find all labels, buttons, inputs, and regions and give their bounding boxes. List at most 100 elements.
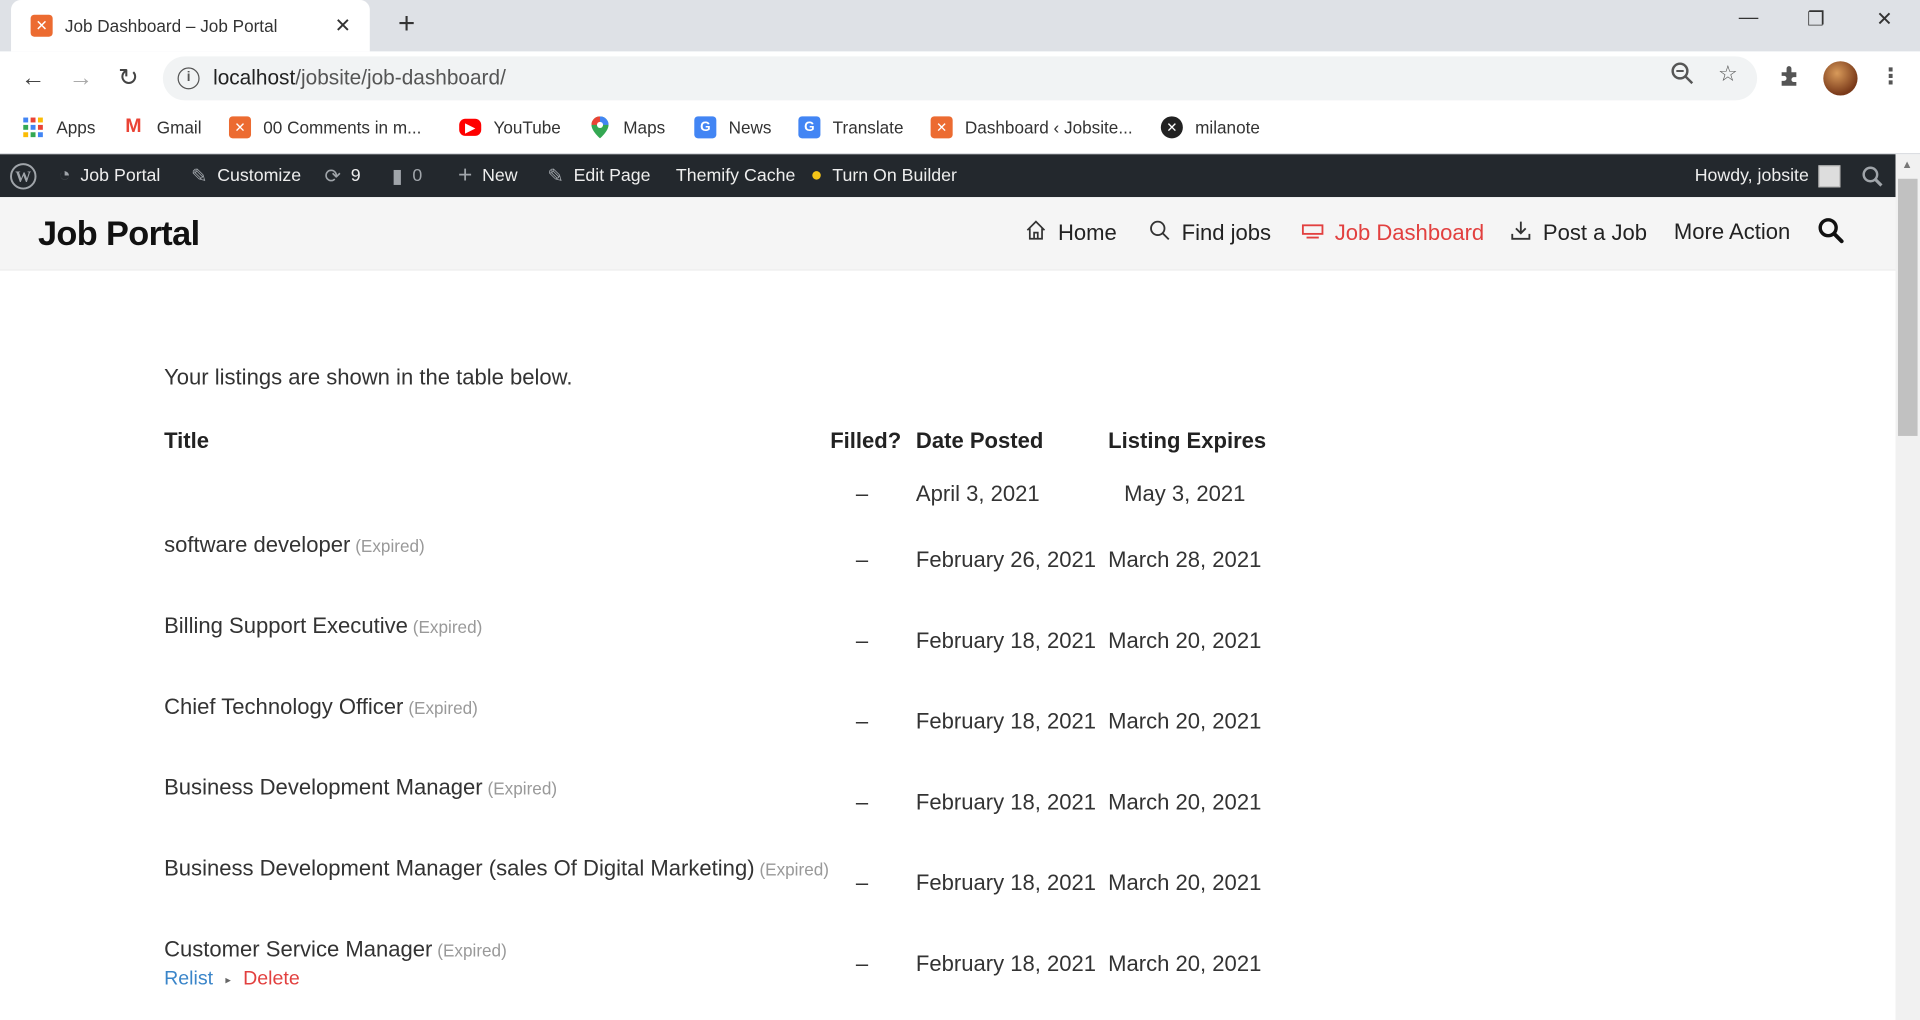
browser-menu-icon[interactable]: ⋮ bbox=[1880, 64, 1902, 90]
back-icon[interactable]: ← bbox=[18, 64, 47, 93]
url-text[interactable]: localhost/jobsite/job-dashboard/ bbox=[213, 66, 506, 90]
bookmark-news[interactable]: G News bbox=[694, 115, 771, 139]
forward-icon[interactable]: → bbox=[66, 64, 95, 93]
row-filled: – bbox=[855, 870, 869, 896]
relist-link[interactable]: Relist bbox=[164, 969, 213, 991]
dashboard-icon bbox=[1301, 219, 1324, 247]
header-search-icon[interactable] bbox=[1817, 217, 1844, 251]
row-filled: – bbox=[855, 789, 869, 815]
row-actions: Relist ▸ Delete bbox=[164, 969, 300, 991]
row-date-posted: April 3, 2021 bbox=[915, 481, 1040, 506]
column-header-filled: Filled? bbox=[830, 428, 902, 454]
bookmark-translate[interactable]: G Translate bbox=[798, 115, 903, 139]
action-separator: ▸ bbox=[225, 972, 231, 986]
status-label: (Expired) bbox=[355, 536, 425, 556]
column-header-date-posted: Date Posted bbox=[915, 428, 1044, 454]
row-filled: – bbox=[855, 708, 869, 734]
bookmark-apps[interactable]: Apps bbox=[22, 115, 95, 139]
xampp-icon: ✕ bbox=[228, 116, 252, 139]
bookmark-milanote[interactable]: ✕ milanote bbox=[1160, 115, 1260, 139]
plus-icon: + bbox=[457, 161, 473, 189]
row-filled: – bbox=[855, 628, 869, 653]
table-row-title[interactable]: Business Development Manager (sales Of D… bbox=[164, 856, 829, 882]
admin-customize[interactable]: ✎ Customize bbox=[191, 154, 301, 197]
profile-avatar[interactable] bbox=[1823, 61, 1858, 96]
row-date-posted: February 18, 2021 bbox=[915, 789, 1097, 815]
menu-item-more-action[interactable]: More Action bbox=[1674, 219, 1790, 245]
tab-title: Job Dashboard – Job Portal bbox=[64, 15, 278, 36]
status-label: (Expired) bbox=[759, 859, 829, 880]
status-label: (Expired) bbox=[487, 778, 558, 799]
menu-item-job-dashboard[interactable]: Job Dashboard bbox=[1301, 219, 1484, 247]
gmail-icon: M bbox=[125, 116, 142, 138]
wordpress-logo-icon[interactable]: W bbox=[10, 154, 37, 197]
bookmark-dashboard[interactable]: ✕ Dashboard ‹ Jobsite... bbox=[930, 115, 1133, 139]
bookmark-maps[interactable]: Maps bbox=[589, 115, 665, 139]
row-date-posted: February 18, 2021 bbox=[915, 708, 1097, 734]
home-icon bbox=[1025, 219, 1047, 247]
extensions-icon[interactable] bbox=[1778, 64, 1802, 95]
reload-icon[interactable]: ↻ bbox=[114, 64, 143, 93]
menu-item-post-a-job[interactable]: Post a Job bbox=[1510, 219, 1647, 247]
admin-comments[interactable]: ▮ 0 bbox=[392, 154, 422, 197]
new-tab-button[interactable]: + bbox=[392, 9, 421, 39]
wp-admin-bar: W ◔ Job Portal ✎ Customize ⟳ 9 ▮ 0 + New… bbox=[0, 154, 1896, 198]
admin-turn-on-builder[interactable]: ● Turn On Builder bbox=[811, 154, 957, 197]
brush-icon: ✎ bbox=[191, 165, 208, 187]
address-bar[interactable]: i localhost/jobsite/job-dashboard/ bbox=[162, 56, 1758, 101]
milanote-icon: ✕ bbox=[1160, 116, 1183, 139]
admin-search-icon[interactable] bbox=[1861, 154, 1883, 197]
column-header-listing-expires: Listing Expires bbox=[1108, 428, 1267, 454]
admin-updates[interactable]: ⟳ 9 bbox=[324, 154, 360, 197]
bookmark-youtube[interactable]: ▶ YouTube bbox=[459, 115, 561, 139]
column-header-title: Title bbox=[164, 428, 210, 454]
row-date-posted: February 18, 2021 bbox=[915, 870, 1097, 896]
menu-item-home[interactable]: Home bbox=[1025, 219, 1117, 247]
listings-intro: Your listings are shown in the table bel… bbox=[164, 364, 573, 390]
youtube-icon: ▶ bbox=[459, 118, 482, 136]
site-title[interactable]: Job Portal bbox=[38, 214, 200, 253]
table-row-title[interactable]: Business Development Manager (Expired) bbox=[164, 775, 557, 801]
delete-link[interactable]: Delete bbox=[243, 969, 300, 991]
table-row-title[interactable]: Customer Service Manager (Expired) bbox=[164, 937, 507, 963]
bookmark-gmail[interactable]: M Gmail bbox=[122, 115, 201, 139]
page-scrollbar[interactable]: ▲ bbox=[1895, 154, 1920, 1020]
bookmark-star-icon[interactable]: ☆ bbox=[1718, 61, 1738, 87]
xampp-icon: ✕ bbox=[30, 14, 53, 37]
pencil-icon: ✎ bbox=[547, 165, 564, 187]
table-row-title[interactable]: Billing Support Executive (Expired) bbox=[164, 613, 482, 639]
site-header: Job Portal Home Find jobs Job Dashboard … bbox=[0, 197, 1896, 271]
table-row-title[interactable]: software developer (Expired) bbox=[164, 533, 425, 559]
admin-themify-cache[interactable]: Themify Cache bbox=[676, 154, 795, 197]
row-date-posted: February 26, 2021 bbox=[915, 547, 1097, 572]
minimize-button[interactable]: — bbox=[1724, 7, 1773, 29]
translate-icon: G bbox=[798, 116, 821, 139]
site-info-icon[interactable]: i bbox=[177, 67, 200, 90]
zoom-icon[interactable] bbox=[1670, 61, 1694, 92]
tab-job-dashboard[interactable]: ✕ Job Dashboard – Job Portal ✕ bbox=[11, 0, 370, 52]
search-icon bbox=[1149, 219, 1171, 247]
scroll-up-icon[interactable]: ▲ bbox=[1902, 158, 1913, 170]
row-expires: May 3, 2021 bbox=[1124, 481, 1246, 506]
close-window-button[interactable]: ✕ bbox=[1860, 7, 1909, 31]
tab-close-icon[interactable]: ✕ bbox=[331, 13, 355, 37]
table-row-title[interactable]: Chief Technology Officer (Expired) bbox=[164, 694, 478, 720]
download-icon bbox=[1510, 219, 1532, 247]
row-expires: March 20, 2021 bbox=[1108, 789, 1262, 815]
xampp-icon: ✕ bbox=[930, 116, 953, 139]
status-label: (Expired) bbox=[408, 697, 478, 718]
scrollbar-thumb[interactable] bbox=[1897, 178, 1918, 436]
updates-icon: ⟳ bbox=[324, 165, 341, 187]
row-date-posted: February 18, 2021 bbox=[915, 628, 1097, 653]
bookmarks-bar: Apps M Gmail ✕ 00 Comments in m... ▶ You… bbox=[0, 105, 1920, 155]
comment-icon: ▮ bbox=[391, 165, 403, 187]
menu-item-find-jobs[interactable]: Find jobs bbox=[1149, 219, 1271, 247]
admin-new[interactable]: + New bbox=[458, 154, 518, 197]
row-expires: March 20, 2021 bbox=[1108, 628, 1262, 653]
admin-site-name[interactable]: ◔ Job Portal bbox=[59, 154, 161, 197]
bookmark-comments[interactable]: ✕ 00 Comments in m... bbox=[228, 115, 421, 139]
svg-text:W: W bbox=[15, 168, 31, 185]
admin-howdy[interactable]: Howdy, jobsite bbox=[1695, 154, 1841, 197]
admin-edit-page[interactable]: ✎ Edit Page bbox=[547, 154, 650, 197]
restore-button[interactable]: ❐ bbox=[1791, 7, 1840, 31]
